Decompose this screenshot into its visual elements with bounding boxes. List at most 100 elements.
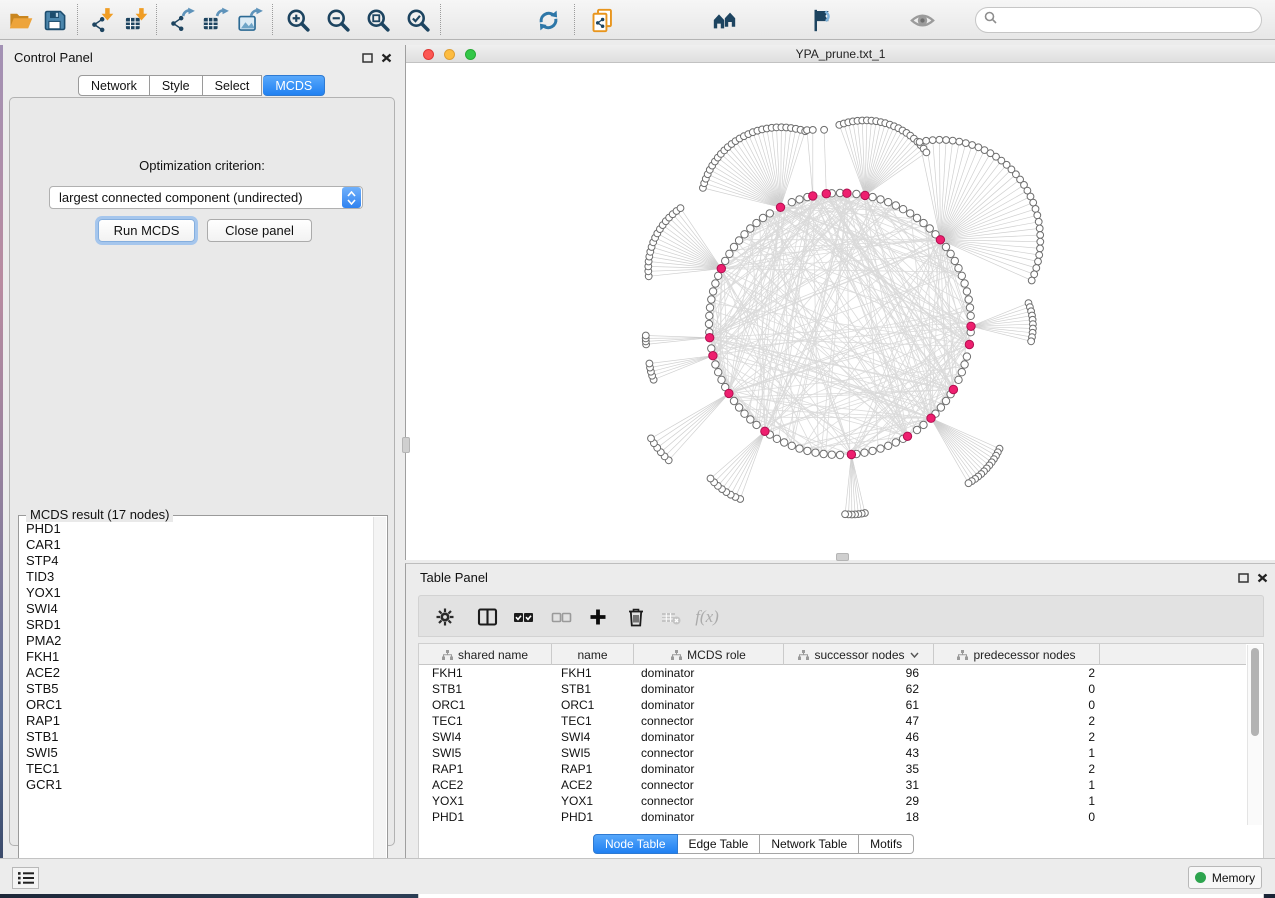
table-cell[interactable]: RAP1: [419, 761, 552, 777]
table-cell[interactable]: 2: [934, 665, 1100, 681]
export-image-icon[interactable]: [234, 5, 266, 35]
table-cell[interactable]: 43: [784, 745, 934, 761]
table-scrollbar-thumb[interactable]: [1251, 648, 1259, 736]
show-panels-button[interactable]: [12, 867, 39, 889]
table-cell[interactable]: ORC1: [419, 697, 552, 713]
table-cell[interactable]: 0: [934, 809, 1100, 825]
show-graphics-details-icon[interactable]: [906, 5, 938, 35]
table-cell[interactable]: 47: [784, 713, 934, 729]
table-cell[interactable]: 29: [784, 793, 934, 809]
table-row[interactable]: PHD1PHD1dominator180: [419, 809, 1246, 825]
table-cell[interactable]: SWI5: [552, 745, 634, 761]
export-network-icon[interactable]: [166, 5, 198, 35]
mcds-result-item[interactable]: YOX1: [26, 585, 373, 601]
table-cell[interactable]: 2: [934, 761, 1100, 777]
mcds-result-item[interactable]: SRD1: [26, 617, 373, 633]
hide-graphics-details-icon[interactable]: [806, 5, 838, 35]
import-network-icon[interactable]: [87, 5, 119, 35]
mcds-list-scrollbar[interactable]: [373, 517, 386, 878]
mcds-result-item[interactable]: STP4: [26, 553, 373, 569]
table-cell[interactable]: ACE2: [419, 777, 552, 793]
criterion-select[interactable]: largest connected component (undirected): [49, 186, 363, 209]
tab-edge-table[interactable]: Edge Table: [678, 834, 761, 854]
mcds-result-item[interactable]: STB1: [26, 729, 373, 745]
show-columns-icon[interactable]: [474, 606, 500, 628]
memory-button[interactable]: Memory: [1188, 866, 1262, 889]
float-table-panel-icon[interactable]: [1236, 571, 1250, 584]
network-canvas[interactable]: [407, 63, 1275, 560]
mcds-result-item[interactable]: TID3: [26, 569, 373, 585]
table-row[interactable]: TEC1TEC1connector472: [419, 713, 1246, 729]
table-cell[interactable]: 96: [784, 665, 934, 681]
table-splitter-handle[interactable]: [836, 553, 849, 561]
tab-network-table[interactable]: Network Table: [760, 834, 859, 854]
close-table-panel-icon[interactable]: [1255, 571, 1269, 584]
table-cell[interactable]: TEC1: [419, 713, 552, 729]
mcds-result-item[interactable]: SWI5: [26, 745, 373, 761]
column-header-shared-name[interactable]: shared name: [419, 644, 552, 665]
zoom-out-icon[interactable]: [322, 5, 354, 35]
table-cell[interactable]: YOX1: [552, 793, 634, 809]
run-mcds-button[interactable]: Run MCDS: [98, 219, 195, 242]
table-cell[interactable]: STB1: [552, 681, 634, 697]
table-row[interactable]: FKH1FKH1dominator962: [419, 665, 1246, 681]
table-cell[interactable]: 0: [934, 697, 1100, 713]
tab-node-table[interactable]: Node Table: [593, 834, 678, 854]
mcds-result-item[interactable]: ACE2: [26, 665, 373, 681]
table-cell[interactable]: dominator: [634, 809, 784, 825]
table-cell[interactable]: dominator: [634, 729, 784, 745]
table-settings-icon[interactable]: [432, 606, 458, 628]
table-cell[interactable]: connector: [634, 745, 784, 761]
table-cell[interactable]: SWI4: [552, 729, 634, 745]
mcds-result-item[interactable]: ORC1: [26, 697, 373, 713]
table-cell[interactable]: RAP1: [552, 761, 634, 777]
save-session-icon[interactable]: [38, 5, 70, 35]
tab-mcds[interactable]: MCDS: [263, 75, 325, 96]
mcds-result-item[interactable]: PHD1: [26, 521, 373, 537]
table-cell[interactable]: FKH1: [552, 665, 634, 681]
table-cell[interactable]: ORC1: [552, 697, 634, 713]
table-cell[interactable]: 1: [934, 777, 1100, 793]
table-cell[interactable]: 2: [934, 713, 1100, 729]
table-cell[interactable]: connector: [634, 713, 784, 729]
table-row[interactable]: SWI4SWI4dominator462: [419, 729, 1246, 745]
tab-select[interactable]: Select: [203, 75, 263, 96]
table-cell[interactable]: STB1: [419, 681, 552, 697]
network-analyzer-icon[interactable]: [708, 5, 740, 35]
clone-network-icon[interactable]: [586, 5, 618, 35]
add-column-icon[interactable]: [585, 606, 611, 628]
table-row[interactable]: ACE2ACE2connector311: [419, 777, 1246, 793]
deselect-all-icon[interactable]: [548, 606, 574, 628]
delete-column-icon[interactable]: [623, 606, 649, 628]
table-scrollbar[interactable]: [1247, 645, 1262, 825]
mcds-result-item[interactable]: CAR1: [26, 537, 373, 553]
table-cell[interactable]: dominator: [634, 681, 784, 697]
tab-style[interactable]: Style: [150, 75, 203, 96]
export-table-icon[interactable]: [200, 5, 232, 35]
table-cell[interactable]: ACE2: [552, 777, 634, 793]
mcds-result-item[interactable]: TEC1: [26, 761, 373, 777]
mcds-result-list[interactable]: PHD1CAR1STP4TID3YOX1SWI4SRD1PMA2FKH1ACE2…: [20, 519, 373, 878]
close-panel-button[interactable]: Close panel: [207, 219, 312, 242]
float-panel-icon[interactable]: [360, 51, 374, 64]
close-panel-icon[interactable]: [379, 51, 393, 64]
search-field[interactable]: [975, 7, 1262, 33]
table-row[interactable]: STB1STB1dominator620: [419, 681, 1246, 697]
table-cell[interactable]: 35: [784, 761, 934, 777]
network-window-titlebar[interactable]: YPA_prune.txt_1: [406, 45, 1275, 63]
table-cell[interactable]: SWI4: [419, 729, 552, 745]
column-header-predecessor-nodes[interactable]: predecessor nodes: [934, 644, 1100, 665]
select-all-icon[interactable]: [510, 606, 536, 628]
table-cell[interactable]: SWI5: [419, 745, 552, 761]
search-input[interactable]: [1002, 13, 1242, 27]
table-row[interactable]: SWI5SWI5connector431: [419, 745, 1246, 761]
table-row[interactable]: ORC1ORC1dominator610: [419, 697, 1246, 713]
table-cell[interactable]: 62: [784, 681, 934, 697]
table-cell[interactable]: 18: [784, 809, 934, 825]
tab-motifs[interactable]: Motifs: [859, 834, 914, 854]
column-header-name[interactable]: name: [552, 644, 634, 665]
tab-network[interactable]: Network: [78, 75, 150, 96]
mcds-result-item[interactable]: FKH1: [26, 649, 373, 665]
table-cell[interactable]: 2: [934, 729, 1100, 745]
table-cell[interactable]: dominator: [634, 665, 784, 681]
